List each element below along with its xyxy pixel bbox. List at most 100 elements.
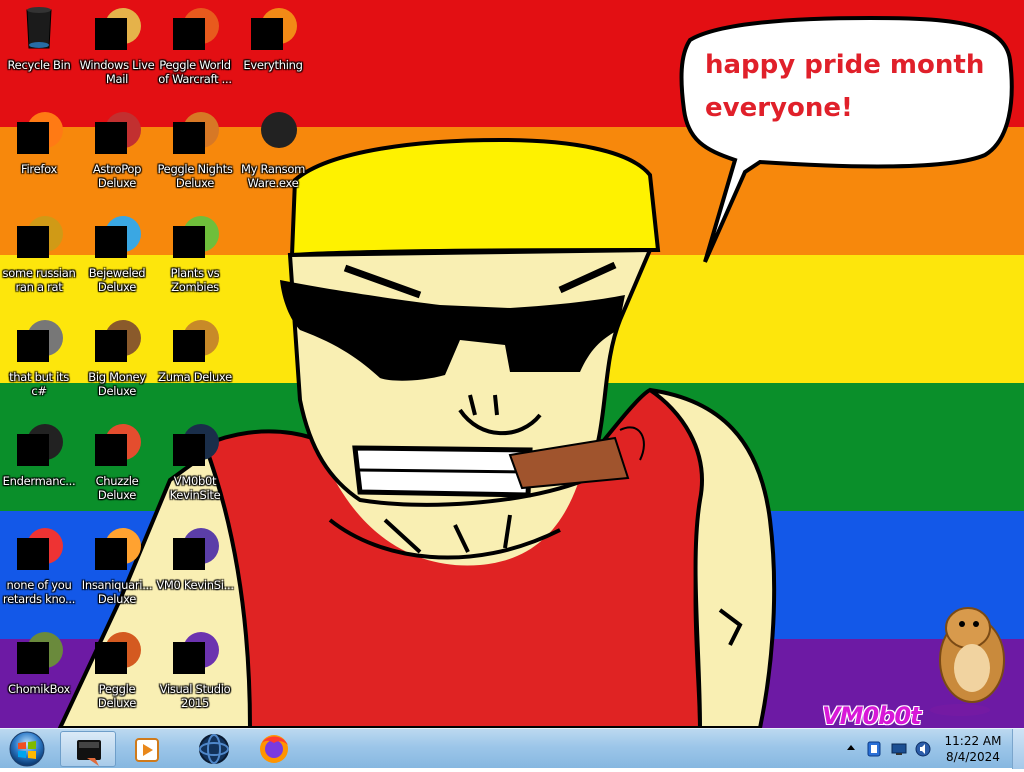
redaction-box	[17, 642, 49, 674]
desktop-icon-label: some russian ran a rat	[2, 266, 76, 294]
peggle-icon	[171, 4, 219, 52]
taskbar: 11:22 AM 8/4/2024	[0, 728, 1024, 769]
desktop-icon[interactable]: Peggle World of Warcraft ...	[156, 0, 234, 96]
desktop-icon-label: Windows Live Mail	[79, 58, 155, 86]
taskbar-media-player[interactable]	[118, 731, 174, 767]
redaction-box	[95, 122, 127, 154]
desktop-icon[interactable]: Zuma Deluxe	[156, 312, 234, 408]
windows-logo-icon	[9, 731, 45, 767]
firefox-icon	[260, 735, 288, 763]
redaction-box	[173, 330, 205, 362]
desktop-icon-label: Visual Studio 2015	[159, 682, 231, 710]
redaction-box	[95, 642, 127, 674]
taskbar-file-explorer[interactable]	[60, 731, 116, 767]
desktop-icon-label: VM0b0t KevinSite	[169, 474, 221, 502]
redaction-box	[251, 18, 283, 50]
desktop-icon[interactable]: Windows Live Mail	[78, 0, 156, 96]
redaction-box	[95, 18, 127, 50]
desktop-icon[interactable]: Chuzzle Deluxe	[78, 416, 156, 512]
desktop-icon[interactable]: VM0 KevinSi...	[156, 520, 234, 616]
desktop-icon[interactable]: My Ransom Ware.exe	[234, 104, 312, 200]
redaction-box	[17, 434, 49, 466]
desktop-icon[interactable]: Firefox	[0, 104, 78, 200]
app-icon	[171, 420, 219, 468]
desktop-icon-label: ChomikBox	[7, 682, 71, 696]
show-desktop-button[interactable]	[1012, 729, 1024, 769]
desktop-icon[interactable]: VM0b0t KevinSite	[156, 416, 234, 512]
visual-studio-icon	[171, 628, 219, 676]
desktop-icon[interactable]: Bejeweled Deluxe	[78, 208, 156, 304]
desktop-icon[interactable]: ChomikBox	[0, 624, 78, 720]
redaction-box	[173, 538, 205, 570]
desktop-icon[interactable]: Endermanc...	[0, 416, 78, 512]
mail-icon	[93, 4, 141, 52]
redaction-box	[173, 18, 205, 50]
taskbar-clock[interactable]: 11:22 AM 8/4/2024	[936, 733, 1010, 765]
console-icon	[249, 108, 297, 156]
redaction-box	[173, 122, 205, 154]
app-tray-icon[interactable]	[866, 740, 882, 758]
desktop-icon-label: Recycle Bin	[7, 58, 71, 72]
desktop-icon[interactable]: Peggle Nights Deluxe	[156, 104, 234, 200]
money-bag-icon	[93, 316, 141, 364]
redaction-box	[95, 330, 127, 362]
fish-icon	[93, 524, 141, 572]
file-explorer-icon	[77, 740, 101, 766]
desktop-icon-label: Big Money Deluxe	[88, 370, 146, 398]
peggle-icon	[93, 628, 141, 676]
taskbar-firefox[interactable]	[246, 731, 302, 767]
desktop-icon[interactable]: Plants vs Zombies	[156, 208, 234, 304]
hamster-icon	[15, 628, 63, 676]
redaction-box	[173, 226, 205, 258]
desktop-icon-label: Zuma Deluxe	[158, 370, 232, 384]
desktop-icon[interactable]: Big Money Deluxe	[78, 312, 156, 408]
game-icon	[93, 108, 141, 156]
desktop-icon[interactable]: none of you retards kno...	[0, 520, 78, 616]
desktop-icon-label: Everything	[243, 58, 303, 72]
console-icon	[15, 420, 63, 468]
window-icon	[15, 316, 63, 364]
app-icon	[15, 212, 63, 260]
desktop-icon-label: Insaniquari... Deluxe	[81, 578, 153, 606]
desktop-icon[interactable]: some russian ran a rat	[0, 208, 78, 304]
clock-date: 8/4/2024	[946, 750, 1000, 764]
start-button[interactable]	[4, 730, 50, 768]
desktop-icon[interactable]: AstroPop Deluxe	[78, 104, 156, 200]
desktop-icon-label: none of you retards kno...	[2, 578, 76, 606]
game-icon	[15, 524, 63, 572]
media-player-icon	[135, 738, 159, 762]
redaction-box	[17, 122, 49, 154]
desktop-icon-label: My Ransom Ware.exe	[241, 162, 305, 190]
clock-time: 11:22 AM	[944, 734, 1002, 748]
desktop-icon[interactable]: Insaniquari... Deluxe	[78, 520, 156, 616]
desktop-icon-label: Chuzzle Deluxe	[95, 474, 139, 502]
desktop-icon-label: Firefox	[21, 162, 57, 176]
redaction-box	[173, 434, 205, 466]
desktop-icon-label: Plants vs Zombies	[170, 266, 220, 294]
redaction-box	[17, 226, 49, 258]
app-icon	[171, 524, 219, 572]
desktop-icon[interactable]: Recycle Bin	[0, 0, 78, 96]
desktop-icon-label: Peggle Deluxe	[97, 682, 137, 710]
redaction-box	[95, 226, 127, 258]
search-icon	[249, 4, 297, 52]
redaction-box	[17, 330, 49, 362]
desktop-icon[interactable]: Peggle Deluxe	[78, 624, 156, 720]
desktop-icon-label: that but its c#	[9, 370, 69, 398]
redaction-box	[95, 434, 127, 466]
taskbar-internet[interactable]	[186, 731, 242, 767]
desktop-icon[interactable]: Everything	[234, 0, 312, 96]
desktop-icon-label: VM0 KevinSi...	[156, 578, 234, 592]
redaction-box	[17, 538, 49, 570]
desktop-icon-label: AstroPop Deluxe	[92, 162, 142, 190]
volume-icon[interactable]	[914, 740, 932, 758]
desktop-icon[interactable]: Visual Studio 2015	[156, 624, 234, 720]
network-icon[interactable]	[890, 741, 908, 757]
vm0b0t-watermark: VM0b0t	[822, 702, 922, 728]
show-hidden-icons-arrow[interactable]	[846, 743, 856, 753]
desktop-icon[interactable]: that but its c#	[0, 312, 78, 408]
game-icon	[93, 420, 141, 468]
redaction-box	[173, 642, 205, 674]
desktop[interactable]: happy pride month everyone! Recycle Bin W…	[0, 0, 1024, 728]
desktop-icon-label: Peggle World of Warcraft ...	[158, 58, 232, 86]
